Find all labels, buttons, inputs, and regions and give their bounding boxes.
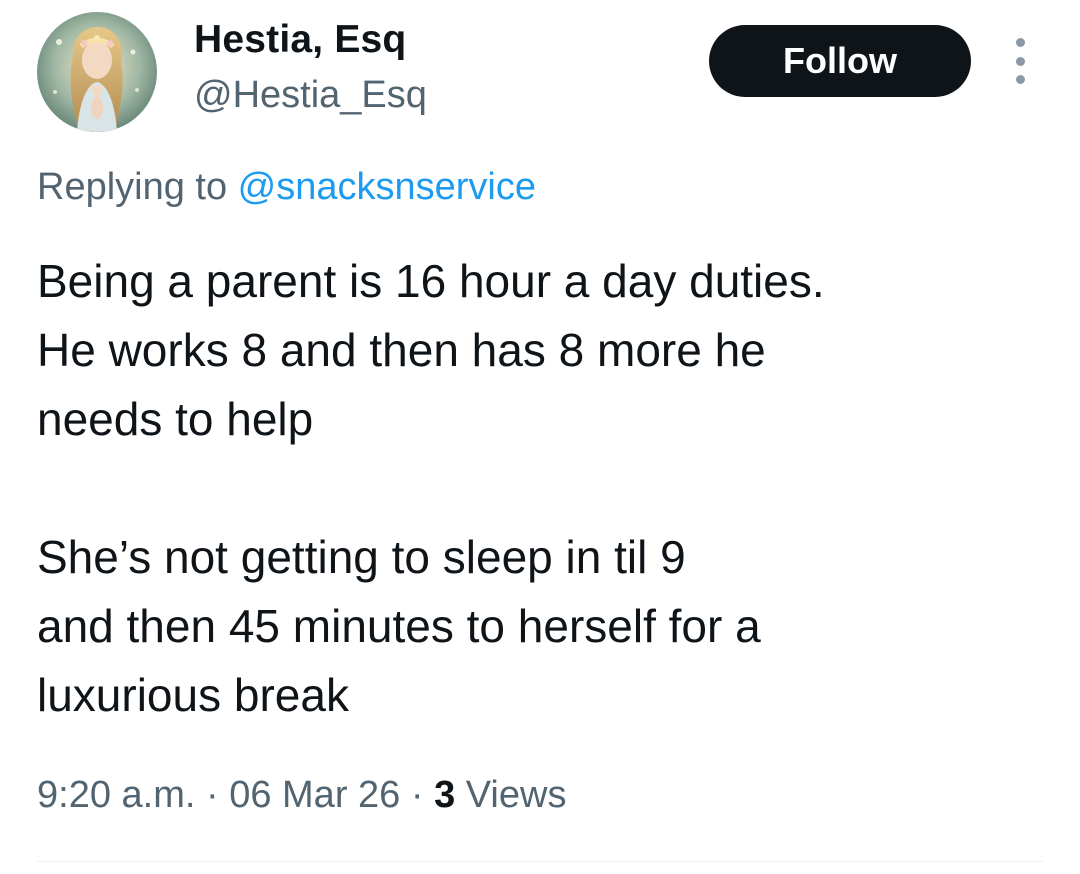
- avatar[interactable]: [37, 12, 157, 132]
- tweet-metadata: 9:20 a.m. · 06 Mar 26 · 3 Views: [37, 774, 566, 817]
- fairy-portrait-avatar-icon: [37, 12, 157, 132]
- more-options-button[interactable]: [1000, 38, 1040, 84]
- replying-to-prefix: Replying to: [37, 166, 238, 208]
- divider: [37, 861, 1044, 862]
- follow-button[interactable]: Follow: [709, 25, 971, 97]
- more-vertical-icon-dot: [1015, 56, 1025, 66]
- meta-separator: ·: [195, 774, 230, 816]
- author-display-name[interactable]: Hestia, Esq: [194, 18, 406, 62]
- more-vertical-icon-dot: [1015, 75, 1025, 84]
- tweet-time[interactable]: 9:20 a.m.: [37, 774, 195, 816]
- tweet-paragraph: Being a parent is 16 hour a day duties. …: [37, 255, 825, 445]
- meta-separator: ·: [400, 774, 435, 816]
- views-count[interactable]: 3: [434, 774, 455, 816]
- more-vertical-icon-dot: [1015, 38, 1025, 47]
- tweet-paragraph: She’s not getting to sleep in til 9 and …: [37, 531, 761, 721]
- views-label[interactable]: Views: [455, 774, 567, 816]
- author-handle[interactable]: @Hestia_Esq: [194, 74, 427, 117]
- tweet-text: Being a parent is 16 hour a day duties. …: [37, 247, 1042, 730]
- tweet-date[interactable]: 06 Mar 26: [229, 774, 400, 816]
- reply-target-link[interactable]: @snacksnservice: [238, 166, 536, 208]
- replying-to-line: Replying to @snacksnservice: [37, 166, 536, 209]
